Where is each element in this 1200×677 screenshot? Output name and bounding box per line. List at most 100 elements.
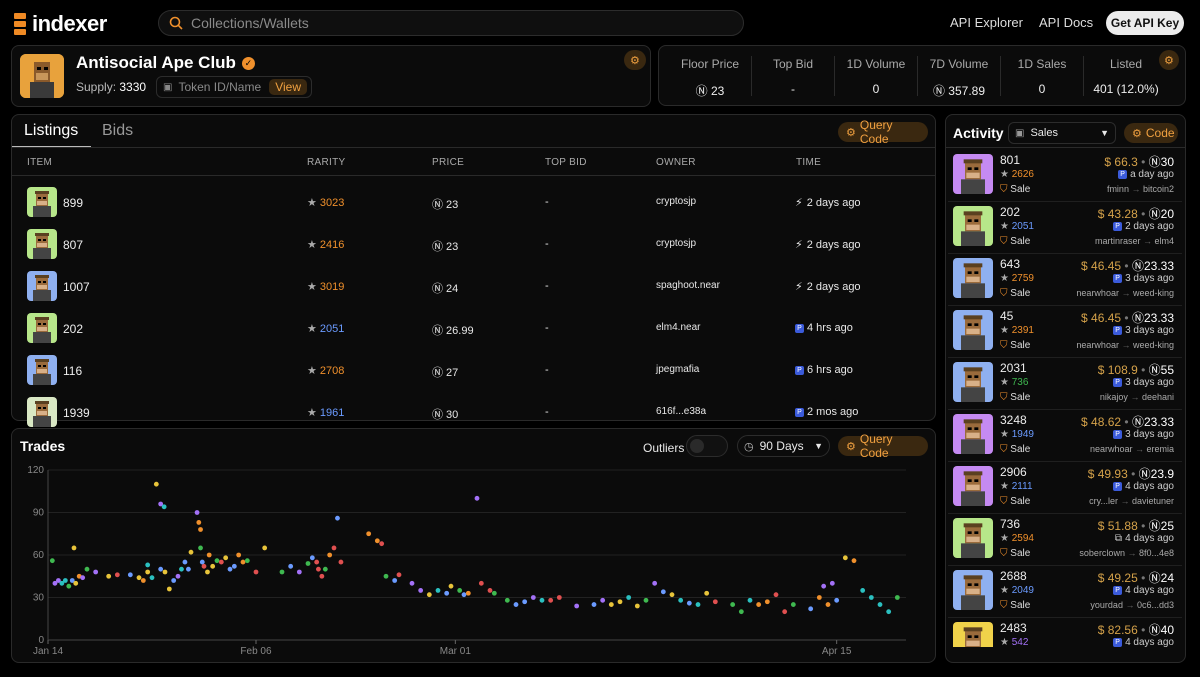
from-address[interactable]: cry...ler (1089, 496, 1118, 506)
from-address[interactable]: soberclown (1079, 548, 1125, 558)
activity-type: ⛉ Sale (1000, 548, 1030, 559)
activity-item[interactable]: 736 ★ 2594 ⛉ Sale $ 51.88 • Ⓝ25 ⧉ 4 days ago s… (948, 514, 1182, 566)
activity-token-id[interactable]: 45 (1000, 309, 1013, 323)
activity-item[interactable]: 643 ★ 2759 ⛉ Sale $ 46.45 • Ⓝ23.33 P 3 days a… (948, 254, 1182, 306)
activity-item[interactable]: 801 ★ 2626 ⛉ Sale $ 66.3 • Ⓝ30 Pa day ago fmi… (948, 150, 1182, 202)
search-bar[interactable] (158, 10, 744, 36)
listings-query-code-button[interactable]: ⚙ Query Code (838, 118, 928, 146)
logo[interactable]: indexer (14, 11, 107, 37)
activity-filter-select[interactable]: ▣ Sales ▼ (1008, 122, 1116, 144)
activity-time: P4 days ago (1113, 481, 1174, 492)
marketplace-icon: P (1118, 169, 1128, 179)
activity-item[interactable]: 2688 ★ 2049 ⛉ Sale $ 49.25 • Ⓝ24 P 4 days ago… (948, 566, 1182, 618)
to-address[interactable]: weed-king (1133, 288, 1174, 298)
activity-parties: nearwhoar → weed-king (1076, 340, 1174, 350)
activity-thumbnail (953, 258, 993, 298)
activity-time: P3 days ago (1113, 273, 1174, 284)
to-address[interactable]: 0c6...dd3 (1137, 600, 1174, 610)
x-tick-label: Jan 14 (33, 646, 63, 657)
supply-info: Supply: 3330 (76, 80, 146, 94)
activity-parties: fminn → bitcoin2 (1106, 184, 1174, 194)
nav-api-explorer[interactable]: API Explorer (950, 15, 1023, 30)
gear-icon: ⚙ (1132, 127, 1142, 140)
from-address[interactable]: nikajoy (1100, 392, 1128, 402)
stat-label: 1D Sales (1017, 57, 1067, 71)
rank-value: 2391 (1011, 325, 1034, 336)
gear-icon: ⚙ (846, 126, 856, 139)
from-address[interactable]: martinraser (1095, 236, 1141, 246)
to-address[interactable]: 8f0...4e8 (1139, 548, 1174, 558)
time-value: 3 days ago (1125, 429, 1174, 440)
filter-icon: ▣ (1015, 127, 1025, 139)
activity-token-id[interactable]: 2906 (1000, 465, 1027, 479)
stat-top-bid: Top Bid - (753, 46, 833, 105)
activity-rank: ★ 2391 (1000, 325, 1034, 336)
from-address[interactable]: nearwhoar (1076, 340, 1119, 350)
rank-value: 1949 (1011, 429, 1034, 440)
activity-item[interactable]: 45 ★ 2391 ⛉ Sale $ 46.45 • Ⓝ23.33 P 3 days ag… (948, 306, 1182, 358)
nav-api-docs[interactable]: API Docs (1039, 15, 1093, 30)
from-address[interactable]: nearwhoar (1076, 288, 1119, 298)
usd-value: 43.28 (1107, 207, 1138, 221)
time-value: 3 days ago (1125, 377, 1174, 388)
marketplace-icon: ⧉ (1114, 533, 1123, 544)
to-address[interactable]: davietuner (1132, 496, 1174, 506)
from-address[interactable]: nearwhoar (1090, 444, 1133, 454)
rank-value: 2626 (1011, 169, 1034, 180)
activity-item[interactable]: 2906 ★ 2111 ⛉ Sale $ 49.93 • Ⓝ23.9 P 4 days a… (948, 462, 1182, 514)
activity-token-id[interactable]: 2483 (1000, 621, 1027, 635)
activity-token-id[interactable]: 801 (1000, 153, 1020, 167)
get-api-key-button[interactable]: Get API Key (1106, 11, 1184, 35)
activity-rank: ★ 2626 (1000, 169, 1034, 180)
activity-item[interactable]: 3248 ★ 1949 ⛉ Sale $ 48.62 • Ⓝ23.33 P 3 days … (948, 410, 1182, 462)
activity-code-button[interactable]: ⚙ Code (1124, 123, 1178, 143)
activity-parties: yourdad → 0c6...dd3 (1090, 600, 1174, 610)
stat-value: 0 (872, 82, 880, 96)
search-input[interactable] (191, 15, 731, 31)
stat-value: - (791, 82, 795, 96)
stat-value: 0 (1038, 82, 1046, 96)
from-address[interactable]: yourdad (1090, 600, 1123, 610)
token-search[interactable]: ▣ Token ID/Name View (156, 76, 312, 98)
to-address[interactable]: bitcoin2 (1143, 184, 1174, 194)
activity-item[interactable]: 2031 ★ 736 ⛉ Sale $ 108.9 • Ⓝ55 P 3 days ago n… (948, 358, 1182, 410)
star-icon: ★ (1000, 585, 1012, 596)
activity-token-id[interactable]: 643 (1000, 257, 1020, 271)
to-address[interactable]: eremia (1146, 444, 1174, 454)
from-address[interactable]: fminn (1107, 184, 1129, 194)
tab-bids[interactable]: Bids (102, 122, 133, 140)
activity-type: ⛉ Sale (1000, 444, 1030, 455)
activity-thumbnail (953, 466, 993, 506)
collection-code-button[interactable]: ⚙ (624, 50, 646, 70)
tab-listings[interactable]: Listings (24, 122, 78, 140)
activity-type-label: Sale (1010, 392, 1031, 403)
activity-item[interactable]: 202 ★ 2051 ⛉ Sale $ 43.28 • Ⓝ20 P 2 days ago m… (948, 202, 1182, 254)
activity-parties: nearwhoar → eremia (1089, 444, 1174, 454)
to-address[interactable]: deehani (1142, 392, 1174, 402)
activity-token-id[interactable]: 2031 (1000, 361, 1027, 375)
activity-token-id[interactable]: 202 (1000, 205, 1020, 219)
activity-type: ⛉ Sale (1000, 288, 1030, 299)
activity-thumbnail (953, 154, 993, 194)
activity-type-label: Sale (1010, 548, 1031, 559)
time-value: a day ago (1130, 169, 1174, 180)
to-address[interactable]: elm4 (1154, 236, 1174, 246)
logo-icon (14, 13, 26, 35)
near-value: 25 (1160, 519, 1174, 533)
activity-rank: ★ 2759 (1000, 273, 1034, 284)
to-address[interactable]: weed-king (1133, 340, 1174, 350)
activity-token-id[interactable]: 736 (1000, 517, 1020, 531)
stats-code-button[interactable]: ⚙ (1159, 50, 1179, 70)
time-value: 4 days ago (1125, 637, 1174, 648)
activity-token-id[interactable]: 3248 (1000, 413, 1027, 427)
gear-icon: ⚙ (1164, 54, 1174, 67)
activity-thumbnail (953, 414, 993, 454)
near-value: 24 (1160, 571, 1174, 585)
activity-type: ⛉ Sale (1000, 496, 1030, 507)
view-button[interactable]: View (269, 79, 307, 95)
time-value: 3 days ago (1125, 325, 1174, 336)
marketplace-icon: P (1113, 325, 1123, 335)
activity-token-id[interactable]: 2688 (1000, 569, 1027, 583)
verified-badge-icon: ✓ (241, 56, 255, 70)
chevron-down-icon: ▼ (1100, 128, 1109, 138)
